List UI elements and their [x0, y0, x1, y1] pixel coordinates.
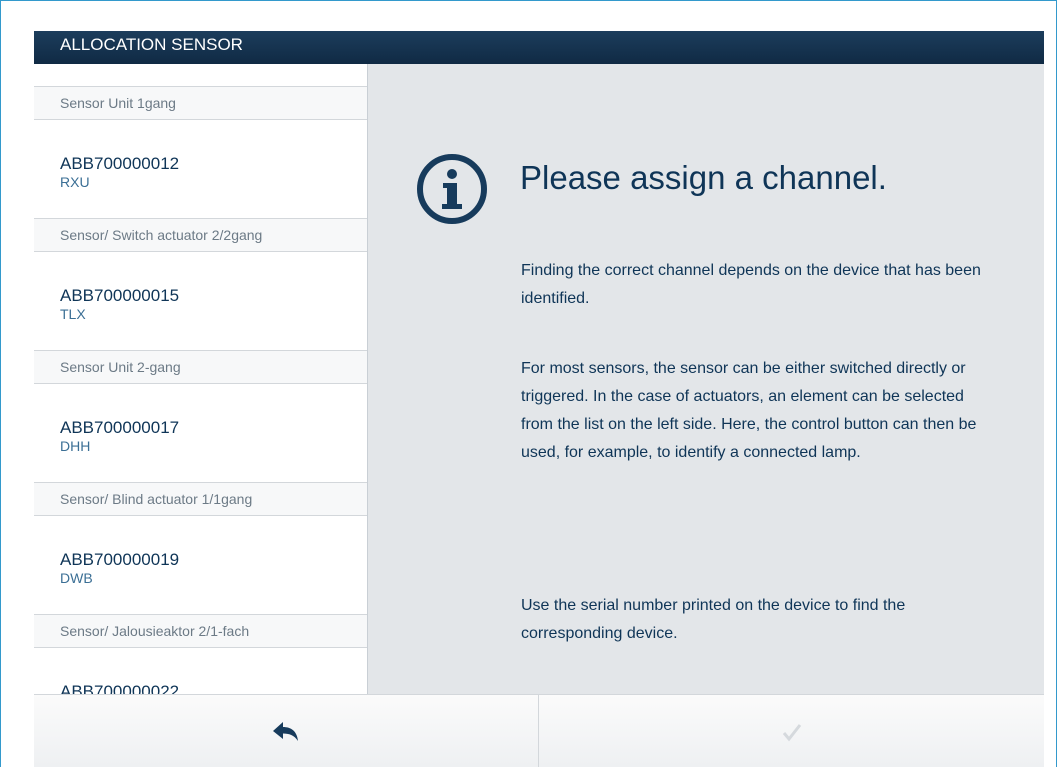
group-header: Sensor/ Switch actuator 2/2gang: [34, 218, 367, 252]
device-serial: ABB700000015: [60, 286, 180, 305]
list-item-device[interactable]: ABB700000022: [34, 648, 367, 694]
device-type: RXU: [60, 174, 90, 190]
checkmark-icon: [782, 723, 801, 741]
info-paragraph: Use the serial number printed on the dev…: [521, 597, 906, 642]
info-paragraph: Finding the correct channel depends on t…: [521, 262, 981, 307]
info-panel: Please assign a channel. Finding the cor…: [368, 64, 1044, 694]
device-group: Sensor/ Switch actuator 2/2gang ABB70000…: [34, 218, 367, 350]
device-type: DHH: [60, 438, 91, 454]
title-bar: ALLOCATION SENSOR: [34, 31, 1044, 64]
device-serial: ABB700000012: [60, 154, 180, 173]
action-bar: [34, 694, 1044, 767]
confirm-button[interactable]: [539, 695, 1044, 767]
group-header: Sensor/ Jalousieaktor 2/1-fach: [34, 614, 367, 648]
info-paragraph: For most sensors, the sensor can be eith…: [521, 360, 977, 461]
device-serial: ABB700000019: [60, 550, 180, 569]
info-icon: [417, 154, 487, 224]
group-header: Sensor/ Blind actuator 1/1gang: [34, 482, 367, 516]
device-serial: ABB700000022: [60, 682, 180, 694]
app-window: ALLOCATION SENSOR Sensor Unit 1gang ABB7…: [34, 31, 1044, 767]
device-group: Sensor Unit 1gang ABB700000012 RXU: [34, 86, 367, 218]
list-item-device[interactable]: ABB700000017 DHH: [34, 384, 367, 482]
device-serial: ABB700000017: [60, 418, 180, 437]
window-title: ALLOCATION SENSOR: [60, 35, 243, 54]
device-type: TLX: [60, 306, 86, 322]
device-group: Sensor/ Jalousieaktor 2/1-fach ABB700000…: [34, 614, 367, 694]
group-header: Sensor Unit 1gang: [34, 86, 367, 120]
list-item-device[interactable]: ABB700000015 TLX: [34, 252, 367, 350]
device-type: DWB: [60, 570, 93, 586]
list-item-device[interactable]: ABB700000012 RXU: [34, 120, 367, 218]
group-header: Sensor Unit 2-gang: [34, 350, 367, 384]
back-arrow-icon: [273, 721, 298, 741]
device-group: Sensor/ Blind actuator 1/1gang ABB700000…: [34, 482, 367, 614]
page-title: Please assign a channel.: [520, 159, 887, 196]
device-group: Sensor Unit 2-gang ABB700000017 DHH: [34, 350, 367, 482]
back-button[interactable]: [34, 695, 539, 767]
device-list[interactable]: Sensor Unit 1gang ABB700000012 RXU Senso…: [34, 64, 368, 694]
list-item-device[interactable]: ABB700000019 DWB: [34, 516, 367, 614]
